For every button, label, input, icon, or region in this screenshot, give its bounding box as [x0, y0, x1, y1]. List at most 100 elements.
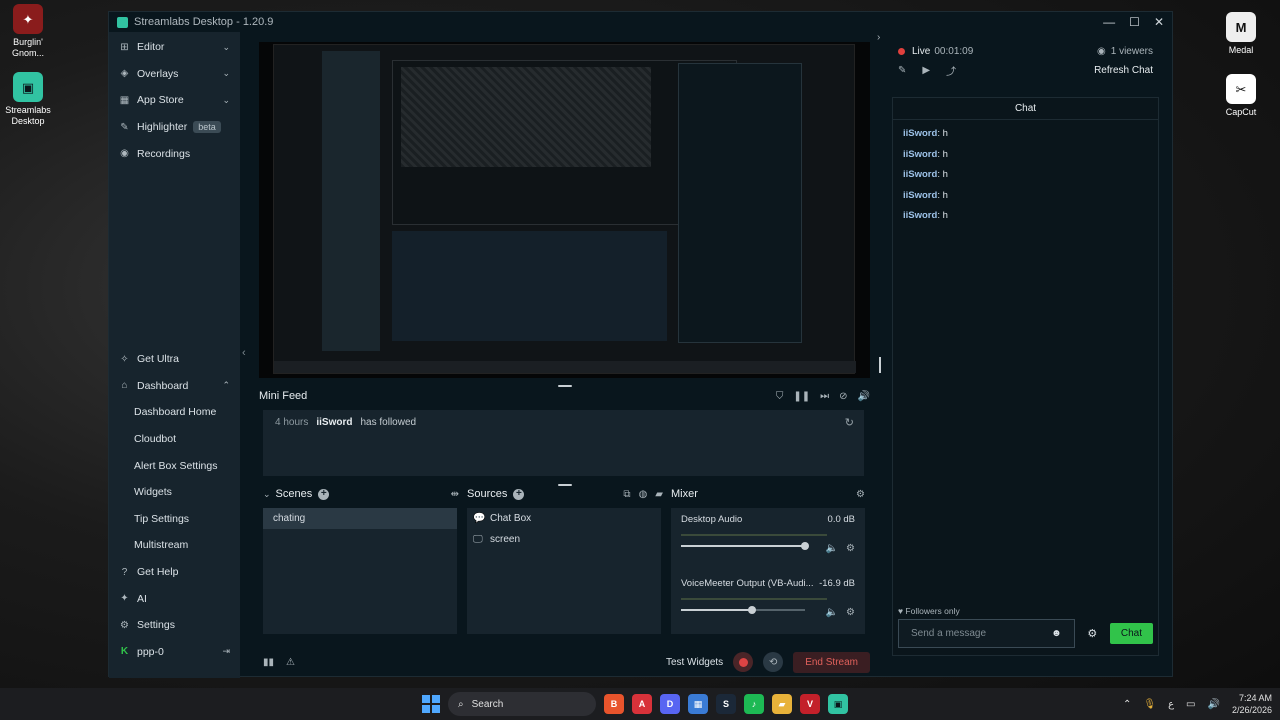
adobe-icon[interactable]: A — [632, 694, 652, 714]
sidebar: ⊞ Editor ⌄ ◈ Overlays ⌄ ▦ App Store ⌄ ✎ … — [109, 32, 240, 678]
sidebar-item-overlays[interactable]: ◈ Overlays ⌄ — [109, 61, 240, 88]
folder-icon[interactable]: ▰ — [655, 489, 663, 500]
sidebar-item-multistream[interactable]: Multistream — [109, 532, 240, 559]
mute-notifications-icon[interactable]: ⊘ — [839, 391, 847, 402]
replay-buffer-button[interactable]: ⟲ — [763, 652, 784, 672]
replay-alert-icon[interactable]: ↻ — [845, 416, 854, 429]
voicemeeter-icon[interactable]: V — [800, 694, 820, 714]
record-button[interactable] — [733, 652, 754, 672]
steam-icon[interactable]: S — [716, 694, 736, 714]
sidebar-item-widgets[interactable]: Widgets — [109, 479, 240, 506]
chat-input-placeholder: Send a message — [911, 628, 987, 639]
gear-icon[interactable]: ⚙ — [856, 489, 865, 500]
edit-icon[interactable]: ✎ — [898, 65, 906, 76]
sidebar-item-app-store[interactable]: ▦ App Store ⌄ — [109, 87, 240, 114]
pause-icon[interactable]: ❚❚ — [793, 391, 810, 402]
share-icon[interactable]: ⤴ — [946, 63, 956, 78]
desktop-icon-burglin-gnomes[interactable]: ✦ Burglin' Gnom... — [0, 4, 56, 59]
sidebar-item-settings[interactable]: ⚙ Settings — [109, 612, 240, 639]
language-icon[interactable]: ع — [1168, 699, 1174, 710]
maximize-button[interactable]: ☐ — [1129, 15, 1140, 29]
taskbar-search[interactable]: ⌕ Search — [448, 692, 596, 716]
transition-icon[interactable]: ⇹ — [451, 489, 459, 500]
source-item-screen[interactable]: 🖵 screen — [467, 529, 661, 550]
sidebar-item-account[interactable]: K ppp-0 ⇥ — [109, 639, 240, 666]
volume-icon[interactable]: 🔈 — [826, 543, 838, 554]
sidebar-item-tip-settings[interactable]: Tip Settings — [109, 506, 240, 533]
store-icon[interactable]: ▦ — [688, 694, 708, 714]
desktop-icon-medal[interactable]: M Medal — [1213, 12, 1269, 56]
sidebar-item-alert-box-settings[interactable]: Alert Box Settings — [109, 452, 240, 479]
chat-message-input[interactable]: Send a message ☻ — [898, 619, 1075, 648]
gear-icon[interactable]: ⚙ — [846, 543, 855, 554]
chat-send-button[interactable]: Chat — [1109, 623, 1153, 644]
source-item-chat-box[interactable]: 💬 Chat Box — [467, 508, 661, 529]
test-widgets-button[interactable]: Test Widgets — [666, 657, 723, 668]
microphone-icon[interactable]: 🎙 — [1143, 699, 1156, 710]
alert-icon[interactable]: ⚠ — [286, 657, 295, 668]
ai-icon: ✦ — [120, 593, 129, 605]
close-button[interactable]: ✕ — [1154, 15, 1164, 29]
source-visibility-icon[interactable]: ◍ — [639, 489, 648, 500]
gear-icon[interactable]: ⚙ — [846, 607, 855, 618]
volume-icon[interactable]: 🔈 — [826, 607, 838, 618]
emoji-icon[interactable]: ☻ — [1051, 628, 1062, 639]
desktop-icon-label: Streamlabs Desktop — [5, 105, 51, 126]
spotify-icon[interactable]: ♪ — [744, 694, 764, 714]
collapse-chat-icon[interactable]: › — [877, 32, 880, 43]
start-button[interactable] — [422, 695, 440, 713]
filter-icon[interactable]: ⛉ — [776, 391, 784, 402]
volume-slider[interactable] — [681, 606, 805, 614]
volume-slider-knob[interactable] — [748, 606, 756, 614]
collapse-sidebar-icon[interactable]: ‹ — [242, 347, 246, 359]
scenes-title: Scenes — [275, 488, 313, 500]
chevron-down-icon[interactable]: ⌄ — [263, 489, 271, 500]
chat-username[interactable]: iiSword — [903, 149, 937, 160]
sidebar-item-dashboard[interactable]: ⌂ Dashboard ⌃ — [109, 373, 240, 400]
taskbar-clock[interactable]: 7:24 AM 2/26/2026 — [1232, 692, 1272, 716]
performance-icon[interactable]: ▮▮ — [263, 657, 274, 668]
skip-icon[interactable]: ⏭ — [820, 391, 829, 402]
network-icon[interactable]: ▭ — [1186, 699, 1195, 710]
minimize-button[interactable]: — — [1103, 15, 1115, 29]
chat-resize-handle[interactable] — [879, 357, 881, 373]
sidebar-item-get-help[interactable]: ? Get Help — [109, 559, 240, 586]
add-source-button[interactable]: + — [513, 488, 525, 500]
window-title: Streamlabs Desktop - 1.20.9 — [134, 16, 274, 28]
sidebar-item-get-ultra[interactable]: ✧ Get Ultra — [109, 346, 240, 373]
volume-icon[interactable]: 🔊 — [858, 391, 870, 402]
sidebar-item-highlighter[interactable]: ✎ Highlighter beta — [109, 114, 240, 141]
video-icon[interactable]: ▶ — [922, 65, 930, 76]
sidebar-item-cloudbot[interactable]: Cloudbot — [109, 426, 240, 453]
chevron-up-icon[interactable]: ⌃ — [1123, 699, 1131, 710]
gear-icon[interactable]: ⚙ — [1083, 627, 1102, 640]
brave-icon[interactable]: B — [604, 694, 624, 714]
desktop-icon-streamlabs[interactable]: ▣ Streamlabs Desktop — [0, 72, 56, 127]
end-stream-button[interactable]: End Stream — [793, 651, 870, 673]
sidebar-item-editor[interactable]: ⊞ Editor ⌄ — [109, 34, 240, 61]
refresh-chat-button[interactable]: Refresh Chat — [1094, 65, 1153, 76]
streamlabs-taskbar-icon[interactable]: ▣ — [828, 694, 848, 714]
chat-username[interactable]: iiSword — [903, 210, 937, 221]
source-layout-icon[interactable]: ⧉ — [623, 489, 630, 500]
sidebar-item-ai[interactable]: ✦ AI — [109, 585, 240, 612]
volume-slider[interactable] — [681, 542, 809, 550]
desktop-icon-capcut[interactable]: ✂ CapCut — [1213, 74, 1269, 118]
chat-text: h — [942, 128, 948, 139]
speaker-icon[interactable]: 🔊 — [1208, 699, 1220, 710]
live-indicator-icon — [898, 47, 905, 55]
monitor-icon: 🖵 — [473, 534, 483, 545]
sidebar-item-label: Cloudbot — [134, 433, 177, 446]
add-scene-button[interactable]: + — [318, 488, 330, 500]
volume-slider-knob[interactable] — [801, 542, 809, 550]
sidebar-item-dashboard-home[interactable]: Dashboard Home — [109, 399, 240, 426]
chat-username[interactable]: iiSword — [903, 169, 937, 180]
chat-username[interactable]: iiSword — [903, 128, 937, 139]
discord-icon[interactable]: D — [660, 694, 680, 714]
file-explorer-icon[interactable]: ▰ — [772, 694, 792, 714]
stream-preview[interactable] — [259, 42, 870, 378]
search-icon: ⌕ — [458, 698, 464, 710]
scene-item-chating[interactable]: chating — [263, 508, 457, 529]
sidebar-item-recordings[interactable]: ◉ Recordings — [109, 140, 240, 167]
chat-username[interactable]: iiSword — [903, 190, 937, 201]
